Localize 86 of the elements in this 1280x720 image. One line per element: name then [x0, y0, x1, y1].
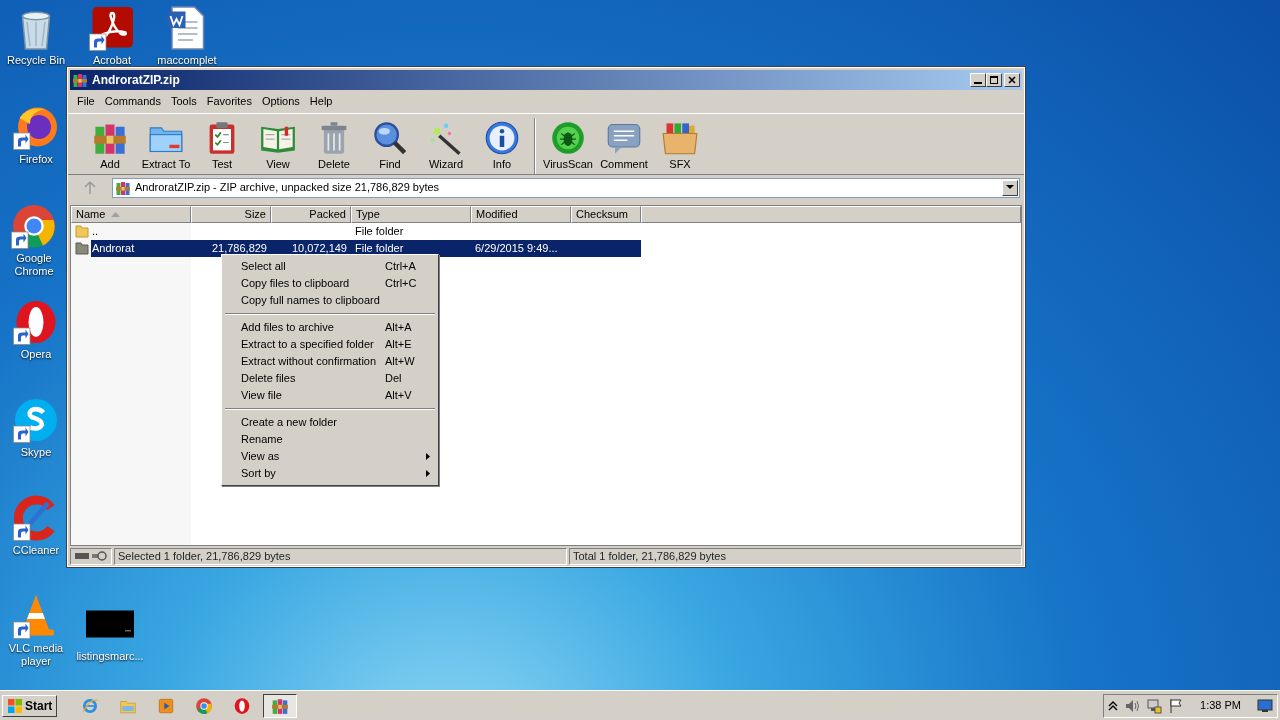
- menu-item[interactable]: Copy files to clipboard Ctrl+C: [224, 275, 436, 292]
- table-cell-text: File folder: [354, 240, 405, 256]
- opera-icon: [233, 696, 252, 715]
- maximize-button[interactable]: [986, 73, 1002, 87]
- menu-item[interactable]: File: [72, 92, 100, 111]
- table-cell-text: File folder: [354, 223, 405, 239]
- toolbar-button[interactable]: Comment: [596, 117, 652, 174]
- column-header[interactable]: Name: [71, 205, 191, 223]
- file-name: Androrat: [91, 240, 136, 256]
- toolbar-button[interactable]: Wizard: [418, 117, 474, 174]
- toolbar-button[interactable]: Add: [82, 117, 138, 174]
- menu-item[interactable]: Extract to a specified folder Alt+E: [224, 336, 436, 353]
- menu-item[interactable]: Select all Ctrl+A: [224, 258, 436, 275]
- chrome-icon: [195, 696, 214, 715]
- menu-item[interactable]: Help: [304, 92, 338, 111]
- menu-item[interactable]: View file Alt+V: [224, 387, 436, 404]
- menu-item[interactable]: Create a new folder: [224, 414, 436, 431]
- media-player-icon: [157, 696, 176, 715]
- toolbar-button[interactable]: Info: [474, 117, 530, 174]
- archive-books-icon: [72, 72, 88, 88]
- column-header[interactable]: Type: [351, 205, 471, 223]
- bug-icon: [550, 119, 586, 156]
- status-icons: [70, 547, 112, 565]
- network-icon: [1146, 697, 1163, 714]
- folder-icon: [75, 241, 89, 255]
- desktop-icon-label[interactable]: Skype: [20, 446, 52, 459]
- taskbar-button[interactable]: [263, 693, 298, 718]
- clock[interactable]: 1:38 PM: [1200, 697, 1241, 714]
- menu-item[interactable]: Favorites: [201, 92, 257, 111]
- toolbar-button[interactable]: Extract To: [138, 117, 194, 174]
- toolbar-button[interactable]: View: [250, 117, 306, 174]
- desktop-icon-label[interactable]: Google Chrome: [2, 252, 66, 278]
- column-header[interactable]: Size: [191, 205, 271, 223]
- file-row[interactable]: .. File folder: [91, 222, 641, 240]
- caret-icon: [1108, 700, 1119, 711]
- menu-item[interactable]: Options: [256, 92, 305, 111]
- menu-item[interactable]: Extract without confirmation Alt+W: [224, 353, 436, 370]
- address-combobox[interactable]: AndroratZIP.zip - ZIP archive, unpacked size 21,786,829 bytes: [112, 177, 1020, 198]
- menu-item[interactable]: Delete files Del: [224, 370, 436, 387]
- selected-row[interactable]: Androrat 21,786,829 10,072,149 File folder 6/29/2015 9:49...: [91, 239, 641, 257]
- menu-item[interactable]: Commands: [99, 92, 166, 111]
- menu-item[interactable]: View as: [224, 448, 436, 465]
- flag-icon: [1168, 697, 1185, 714]
- desktop-icon-label[interactable]: CCleaner: [12, 544, 60, 557]
- desktop-icon-label[interactable]: Firefox: [19, 153, 53, 166]
- info-icon: [484, 119, 520, 156]
- toolbar-button[interactable]: VirusScan: [540, 117, 596, 174]
- status-text: Selected 1 folder, 21,786,829 bytes: [114, 547, 567, 565]
- menu-item[interactable]: Tools: [166, 92, 202, 111]
- toolbar-button[interactable]: Delete: [306, 117, 362, 174]
- close-button[interactable]: [1004, 73, 1020, 87]
- menu-item[interactable]: Add files to archive Alt+A: [224, 319, 436, 336]
- caret-icon: [1006, 185, 1014, 190]
- address-text: AndroratZIP.zip - ZIP archive, unpacked size 21,786,829 bytes: [135, 180, 441, 196]
- table-cell-text: 10,072,149: [290, 240, 348, 256]
- status-text: Total 1 folder, 21,786,829 bytes: [569, 547, 1022, 565]
- minimize-icon: [974, 82, 982, 84]
- start-button[interactable]: Start: [2, 694, 58, 717]
- desktop-icon-label[interactable]: Opera: [20, 348, 52, 361]
- file-name: ..: [91, 223, 100, 239]
- column-header[interactable]: Modified: [471, 205, 571, 223]
- desktop-icon-label[interactable]: maccomplet: [157, 54, 217, 67]
- table-cell-text: 6/29/2015 9:49...: [474, 240, 559, 256]
- internet-explorer-icon: [81, 696, 100, 715]
- toolbar-button[interactable]: Test: [194, 117, 250, 174]
- toolbar-button[interactable]: Find: [362, 117, 418, 174]
- table-cell-text: 21,786,829: [210, 240, 268, 256]
- menu-item[interactable]: Copy full names to clipboard: [224, 292, 436, 309]
- toolbar-button[interactable]: SFX: [652, 117, 708, 174]
- column-header[interactable]: Checksum: [571, 205, 641, 223]
- desktop-icon-label[interactable]: Acrobat: [93, 54, 131, 67]
- dropdown-button[interactable]: [1002, 179, 1018, 196]
- up-arrow-icon: [84, 180, 96, 195]
- minimize-button[interactable]: [970, 73, 986, 87]
- archive-books-icon: [115, 179, 131, 196]
- menu-item[interactable]: Sort by: [224, 465, 436, 482]
- column-header[interactable]: Packed: [271, 205, 351, 223]
- close-icon: [1007, 75, 1017, 85]
- window-title: AndroratZIP.zip: [92, 72, 180, 89]
- archive-books-icon: [271, 696, 290, 715]
- search-icon: [372, 119, 408, 156]
- windows-logo-icon: [7, 697, 23, 714]
- maximize-icon: [989, 75, 999, 85]
- menu-item[interactable]: Rename: [224, 431, 436, 448]
- show-desktop-icon: [1257, 698, 1273, 713]
- desktop-icon-label[interactable]: Recycle Bin: [6, 54, 66, 67]
